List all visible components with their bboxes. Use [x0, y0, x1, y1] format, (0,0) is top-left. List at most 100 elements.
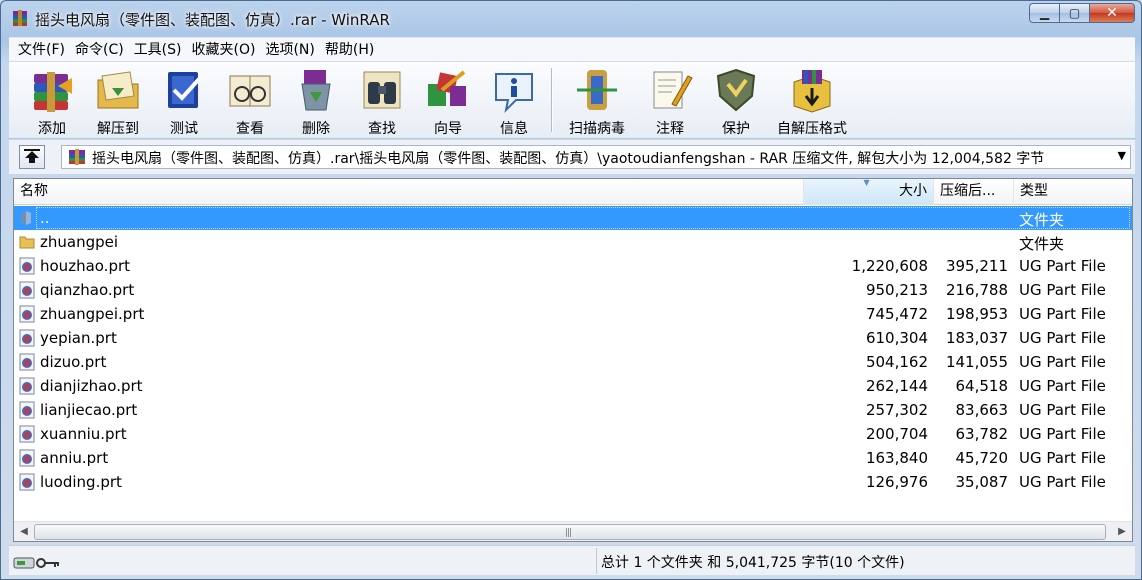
- sfx-label: 自解压格式: [777, 121, 847, 137]
- file-row[interactable]: xuanniu.prt 200,704 63,782 UG Part File: [14, 422, 1132, 446]
- menu-commands[interactable]: 命令(C): [70, 39, 129, 61]
- file-packed-size: 395,211: [945, 257, 1008, 275]
- file-name-cell: yepian.prt: [18, 328, 117, 348]
- ug-part-file-icon: [19, 473, 35, 491]
- file-name: zhuangpei.prt: [40, 305, 145, 323]
- ug-part-file-icon: [19, 353, 35, 371]
- test-label: 测试: [170, 121, 198, 137]
- comment-pen-icon: [653, 71, 693, 109]
- file-row[interactable]: luoding.prt 126,976 35,087 UG Part File: [14, 470, 1132, 494]
- horizontal-scrollbar[interactable]: ◀ ||| ▶: [14, 521, 1132, 541]
- ug-part-file-icon: [19, 425, 35, 443]
- file-row[interactable]: zhuangpei 文件夹: [14, 230, 1132, 254]
- comment-button[interactable]: 注释: [637, 62, 703, 138]
- comment-label: 注释: [656, 121, 684, 137]
- maximize-button[interactable]: ▢: [1059, 3, 1089, 23]
- file-name-cell: anniu.prt: [18, 448, 108, 468]
- file-row[interactable]: zhuangpei.prt 745,472 198,953 UG Part File: [14, 302, 1132, 326]
- info-button[interactable]: 信息: [481, 62, 547, 138]
- menu-help[interactable]: 帮助(H): [320, 39, 379, 61]
- close-button[interactable]: ✕: [1089, 3, 1135, 23]
- file-type: UG Part File: [1019, 401, 1106, 419]
- up-one-level-button[interactable]: [19, 145, 45, 169]
- ug-part-file-icon: [19, 401, 35, 419]
- file-packed-size: 141,055: [945, 353, 1008, 371]
- menu-tools[interactable]: 工具(S): [129, 39, 187, 61]
- protect-button[interactable]: 保护: [703, 62, 769, 138]
- file-size: 200,704: [865, 425, 928, 443]
- menu-options[interactable]: 选项(N): [260, 39, 319, 61]
- file-row[interactable]: dianjizhao.prt 262,144 64,518 UG Part File: [14, 374, 1132, 398]
- file-type: UG Part File: [1019, 257, 1106, 275]
- file-packed-size: 35,087: [955, 473, 1009, 491]
- drive-key-icon[interactable]: [13, 554, 61, 572]
- file-type: UG Part File: [1019, 473, 1106, 491]
- scroll-left-icon[interactable]: ◀: [16, 524, 32, 540]
- archive-path-combobox[interactable]: 摇头电风扇（零件图、装配图、仿真）.rar\摇头电风扇（零件图、装配图、仿真）\…: [61, 145, 1131, 169]
- view-button[interactable]: 查看: [217, 62, 283, 138]
- file-size: 950,213: [865, 281, 928, 299]
- column-name-header[interactable]: 名称: [14, 179, 804, 205]
- maximize-icon: ▢: [1068, 6, 1081, 20]
- info-icon: [495, 73, 533, 114]
- find-button[interactable]: 查找: [349, 62, 415, 138]
- add-label: 添加: [38, 121, 66, 137]
- wizard-button[interactable]: 向导: [415, 62, 481, 138]
- status-bar: 总计 1 个文件夹 和 5,041,725 字节(10 个文件): [9, 545, 1135, 575]
- scroll-right-icon[interactable]: ▶: [1114, 524, 1130, 540]
- file-row[interactable]: anniu.prt 163,840 45,720 UG Part File: [14, 446, 1132, 470]
- file-list[interactable]: 名称 ▼ 大小 压缩后... 类型 .. 文件夹 zhuangpei 文件夹 houzh…: [13, 178, 1133, 542]
- focus-rect: [36, 207, 1130, 229]
- menu-favorites[interactable]: 收藏夹(O): [187, 39, 261, 61]
- file-size: 163,840: [865, 449, 928, 467]
- file-size: 745,472: [865, 305, 928, 323]
- file-name-cell: dianjizhao.prt: [18, 376, 143, 396]
- file-size: 504,162: [865, 353, 928, 371]
- file-name: houzhao.prt: [40, 257, 131, 275]
- delete-bin-icon: [301, 70, 331, 111]
- wizard-label: 向导: [434, 121, 462, 137]
- title-bar[interactable]: 摇头电风扇（零件图、装配图、仿真）.rar - WinRAR ▁ ▢ ✕: [1, 1, 1141, 37]
- file-name: yepian.prt: [40, 329, 117, 347]
- toolbar: 添加 解压到 测试 查看 删除 查找 向导 信息 扫描病毒 注释 保护 自解压格…: [9, 61, 1135, 139]
- minimize-button[interactable]: ▁: [1029, 3, 1059, 23]
- scan-virus-button[interactable]: 扫描病毒: [557, 62, 637, 138]
- column-type-header[interactable]: 类型: [1014, 179, 1132, 205]
- chevron-down-icon[interactable]: ▼: [1118, 149, 1126, 162]
- file-row[interactable]: lianjiecao.prt 257,302 83,663 UG Part File: [14, 398, 1132, 422]
- test-button[interactable]: 测试: [151, 62, 217, 138]
- address-bar: 摇头电风扇（零件图、装配图、仿真）.rar\摇头电风扇（零件图、装配图、仿真）\…: [9, 140, 1135, 174]
- rar-archive-icon: [69, 149, 85, 165]
- file-row-parent[interactable]: .. 文件夹: [14, 206, 1132, 230]
- test-check-icon: [168, 72, 202, 108]
- add-button[interactable]: 添加: [19, 62, 85, 138]
- extract-button[interactable]: 解压到: [85, 62, 151, 138]
- file-name: zhuangpei: [40, 233, 119, 251]
- file-packed-size: 64,518: [955, 377, 1009, 395]
- file-size: 126,976: [865, 473, 928, 491]
- file-name-cell: zhuangpei.prt: [18, 304, 144, 324]
- window-controls: ▁ ▢ ✕: [1029, 3, 1135, 25]
- file-row[interactable]: yepian.prt 610,304 183,037 UG Part File: [14, 326, 1132, 350]
- minimize-icon: ▁: [1039, 6, 1050, 20]
- sfx-button[interactable]: 自解压格式: [769, 62, 855, 138]
- up-arrow-icon: [24, 149, 40, 163]
- file-packed-size: 183,037: [945, 329, 1008, 347]
- delete-button[interactable]: 删除: [283, 62, 349, 138]
- scrollbar-thumb[interactable]: |||: [34, 524, 1106, 540]
- file-row[interactable]: qianzhao.prt 950,213 216,788 UG Part File: [14, 278, 1132, 302]
- menu-file[interactable]: 文件(F): [13, 39, 70, 61]
- column-size-header[interactable]: ▼ 大小: [804, 179, 934, 205]
- delete-label: 删除: [302, 121, 330, 137]
- file-name-cell: ..: [18, 208, 50, 228]
- archive-path-text: 摇头电风扇（零件图、装配图、仿真）.rar\摇头电风扇（零件图、装配图、仿真）\…: [92, 151, 1045, 167]
- file-packed-size: 198,953: [945, 305, 1008, 323]
- file-name: dizuo.prt: [40, 353, 107, 371]
- column-packed-header[interactable]: 压缩后...: [934, 179, 1014, 205]
- file-packed-size: 216,788: [945, 281, 1008, 299]
- file-row[interactable]: dizuo.prt 504,162 141,055 UG Part File: [14, 350, 1132, 374]
- extract-folder-icon: [97, 71, 139, 109]
- file-size: 262,144: [865, 377, 928, 395]
- file-row[interactable]: houzhao.prt 1,220,608 395,211 UG Part File: [14, 254, 1132, 278]
- file-type: UG Part File: [1019, 449, 1106, 467]
